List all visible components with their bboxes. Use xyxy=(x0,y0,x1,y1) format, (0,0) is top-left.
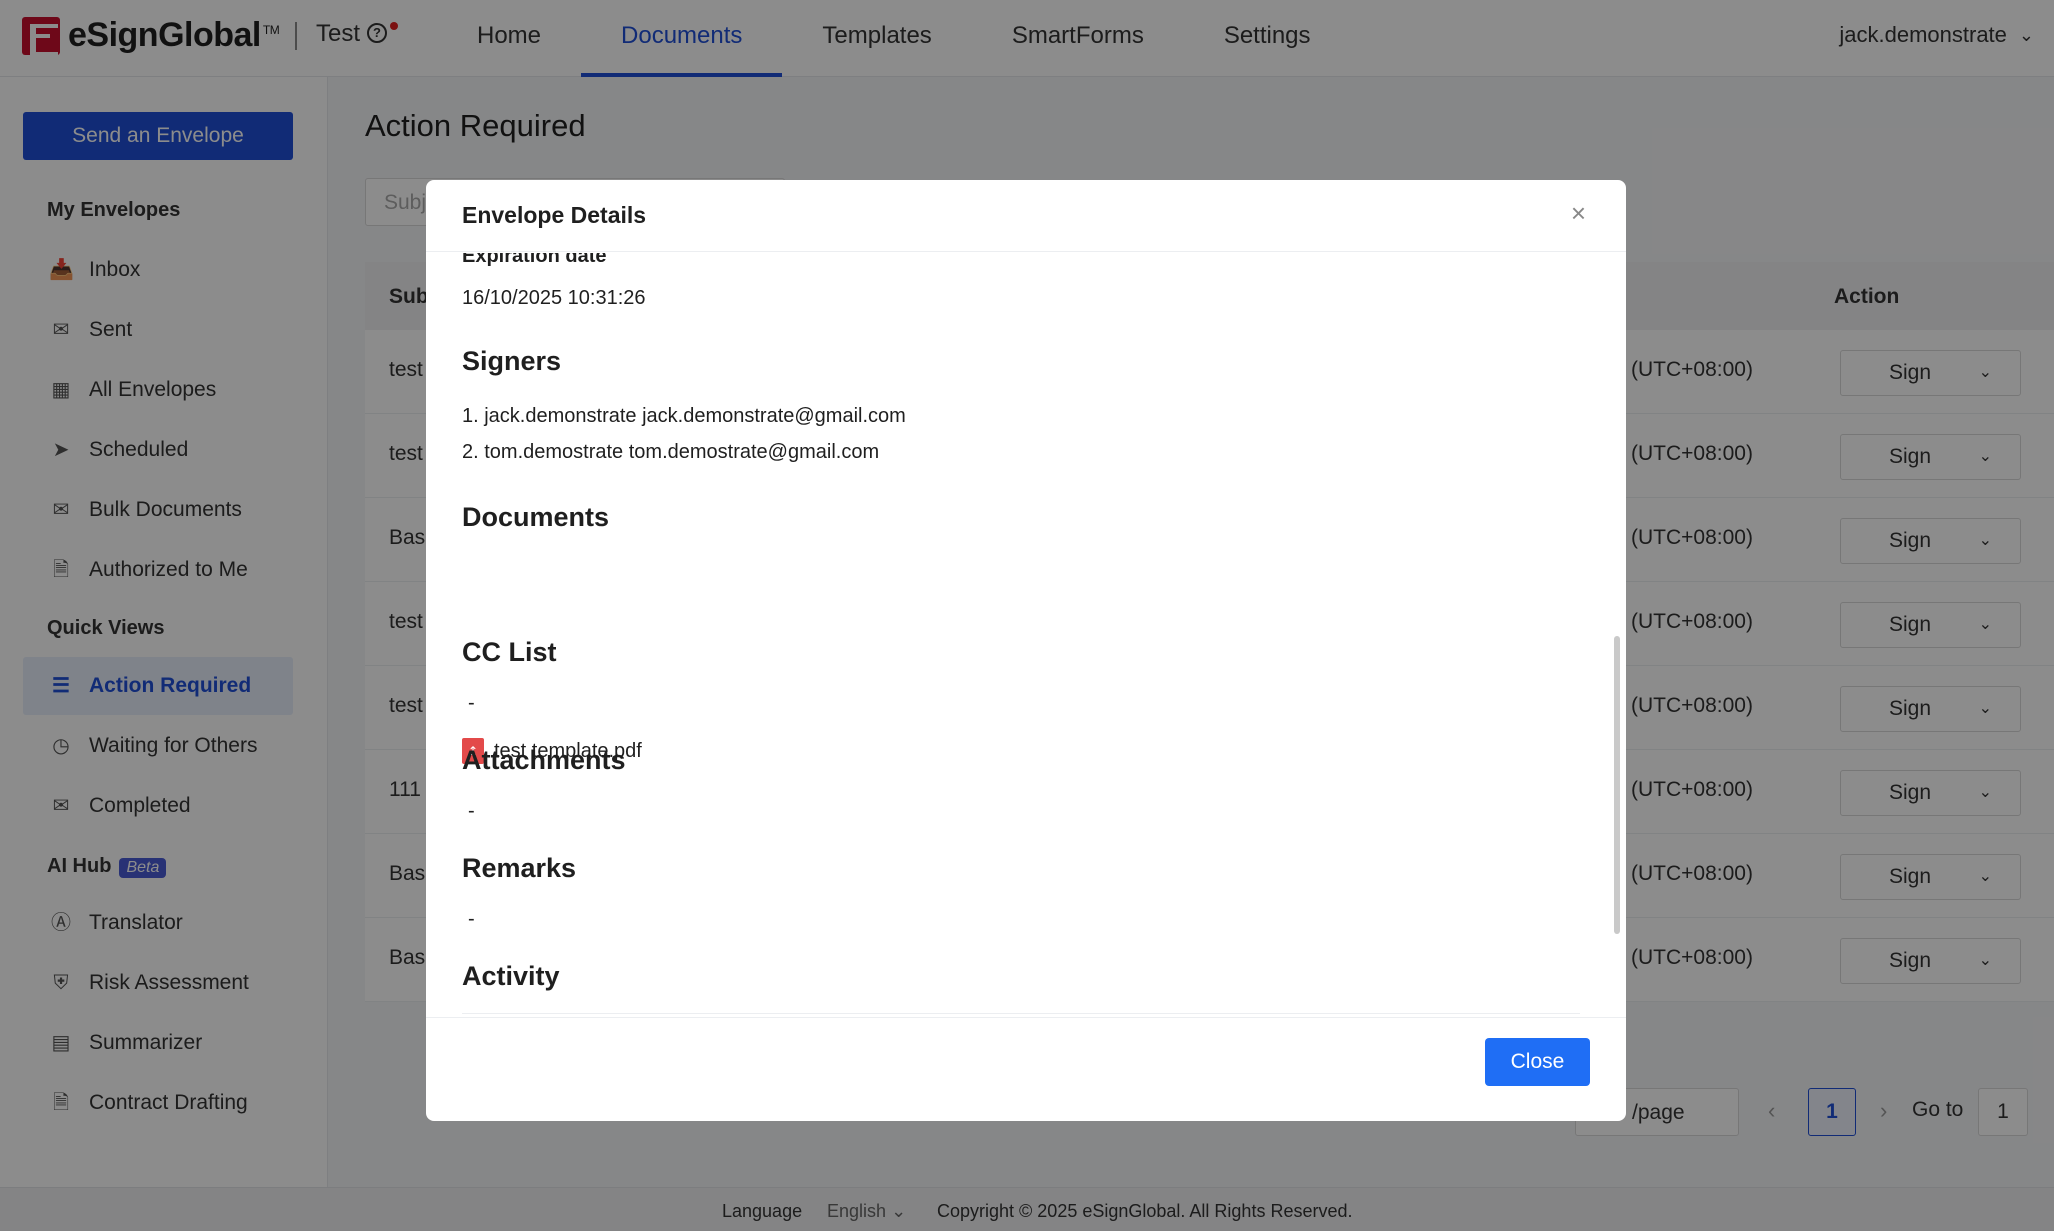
remarks-value: - xyxy=(468,908,475,930)
signers-heading: Signers xyxy=(462,346,562,376)
expiration-value: 16/10/2025 10:31:26 xyxy=(462,287,646,309)
signer-item: 2. tom.demostrate tom.demostrate@gmail.c… xyxy=(462,441,880,463)
modal-header: Envelope Details × xyxy=(426,180,1626,252)
modal-body[interactable]: Expiration date 16/10/2025 10:31:26 Sign… xyxy=(426,253,1626,1017)
documents-heading: Documents xyxy=(462,502,610,532)
modal-title: Envelope Details xyxy=(462,202,647,228)
attachments-heading: Attachments xyxy=(462,745,626,775)
expiration-label: Expiration date xyxy=(462,253,607,267)
modal-scrollbar[interactable] xyxy=(1614,636,1620,934)
cc-list-value: - xyxy=(468,692,475,714)
modal-footer: Close xyxy=(426,1017,1626,1121)
envelope-details-modal: Envelope Details × Expiration date 16/10… xyxy=(426,180,1626,1121)
remarks-heading: Remarks xyxy=(462,853,577,883)
signer-item: 1. jack.demonstrate jack.demonstrate@gma… xyxy=(462,405,906,427)
attachments-value: - xyxy=(468,800,475,822)
activity-heading: Activity xyxy=(462,961,560,991)
close-icon[interactable]: × xyxy=(1571,198,1586,229)
close-button[interactable]: Close xyxy=(1485,1038,1590,1086)
cc-list-heading: CC List xyxy=(462,637,557,667)
